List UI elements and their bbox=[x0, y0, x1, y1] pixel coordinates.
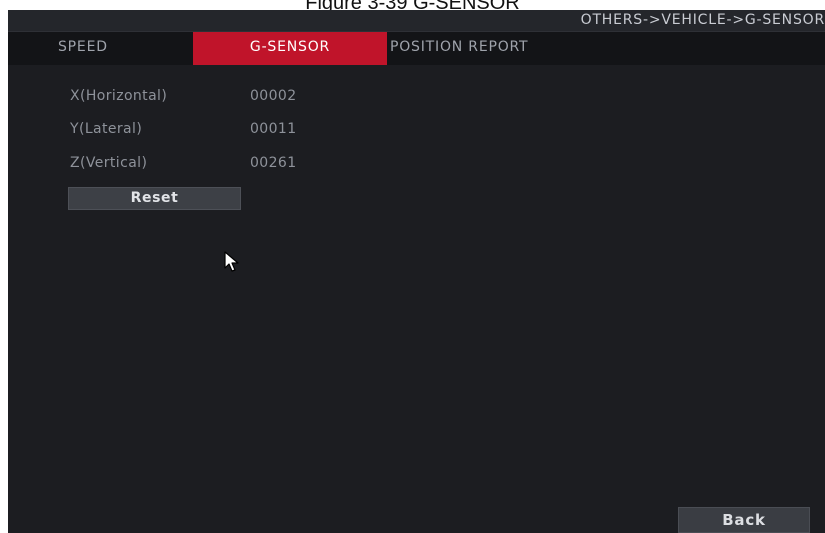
figure-caption: Figure 3-39 G-SENSOR bbox=[0, 0, 825, 10]
dvr-settings-screen: OTHERS->VEHICLE->G-SENSOR SPEED G-SENSOR… bbox=[8, 10, 825, 533]
back-button[interactable]: Back bbox=[678, 507, 810, 533]
x-horizontal-row: X(Horizontal) 00002 bbox=[70, 88, 296, 108]
x-horizontal-value: 00002 bbox=[250, 88, 297, 104]
mouse-pointer-icon bbox=[224, 251, 239, 272]
reset-button[interactable]: Reset bbox=[68, 187, 241, 210]
x-horizontal-label: X(Horizontal) bbox=[70, 88, 168, 104]
y-lateral-value: 00011 bbox=[250, 121, 297, 137]
z-vertical-value: 00261 bbox=[250, 155, 297, 171]
tab-speed[interactable]: SPEED bbox=[58, 32, 108, 65]
z-vertical-label: Z(Vertical) bbox=[70, 155, 148, 171]
y-lateral-row: Y(Lateral) 00011 bbox=[70, 121, 296, 141]
y-lateral-label: Y(Lateral) bbox=[70, 121, 143, 137]
breadcrumb-bar: OTHERS->VEHICLE->G-SENSOR bbox=[8, 10, 825, 32]
z-vertical-row: Z(Vertical) 00261 bbox=[70, 155, 296, 175]
tab-position-report[interactable]: POSITION REPORT bbox=[390, 32, 528, 65]
tab-bar: SPEED G-SENSOR POSITION REPORT bbox=[8, 32, 825, 65]
tab-g-sensor[interactable]: G-SENSOR bbox=[193, 32, 387, 65]
breadcrumb: OTHERS->VEHICLE->G-SENSOR bbox=[580, 12, 825, 28]
